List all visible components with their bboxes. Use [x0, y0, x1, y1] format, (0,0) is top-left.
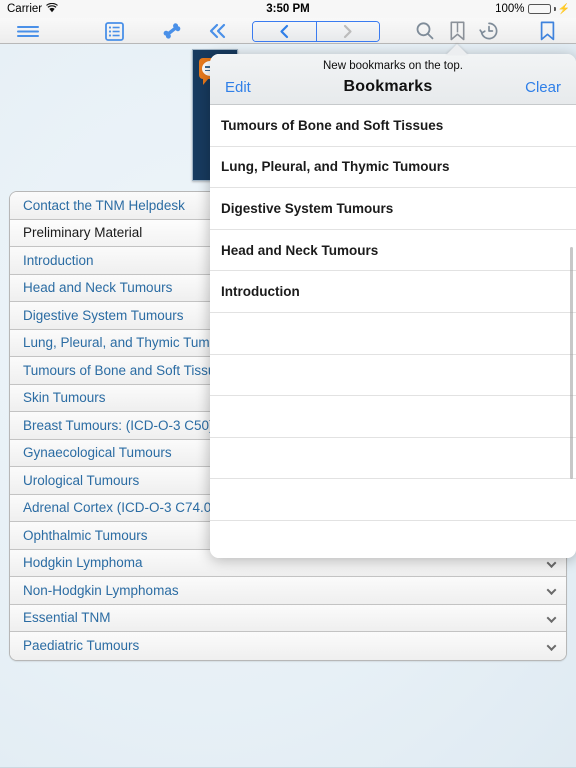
popover-note: New bookmarks on the top. [323, 60, 463, 72]
table-of-contents-row[interactable]: Paediatric Tumours [10, 632, 566, 660]
table-of-contents-icon[interactable] [98, 18, 130, 44]
bookmark-row[interactable]: Tumours of Bone and Soft Tissues [210, 105, 576, 147]
bookmark-row-empty [210, 521, 576, 558]
table-of-contents-label: Hodgkin Lymphoma [23, 555, 143, 571]
table-of-contents-label: Tumours of Bone and Soft Tissues [23, 362, 230, 378]
table-of-contents-label: Gynaecological Tumours [23, 445, 172, 461]
table-of-contents-label: Introduction [23, 252, 94, 268]
history-clock-icon[interactable] [474, 18, 504, 44]
back-button[interactable] [253, 22, 317, 41]
search-icon[interactable] [409, 18, 441, 44]
battery-cap [553, 7, 556, 11]
bookmark-row[interactable]: Digestive System Tumours [210, 188, 576, 230]
table-of-contents-label: Preliminary Material [23, 225, 143, 241]
bookmark-row-empty [210, 438, 576, 480]
bookmarks-list: Tumours of Bone and Soft Tissues Lung, Pl… [210, 105, 576, 558]
chevron-right-icon [546, 612, 557, 623]
bookmark-row-empty [210, 313, 576, 355]
main-toolbar [0, 18, 576, 44]
bookmark-row-empty [210, 479, 576, 521]
table-of-contents-label: Head and Neck Tumours [23, 280, 173, 296]
bookmark-icon[interactable] [532, 18, 562, 44]
table-of-contents-label: Essential TNM [23, 610, 111, 626]
chevron-right-icon [546, 640, 557, 651]
bookmark-row-empty [210, 355, 576, 397]
bookmark-row-empty [210, 396, 576, 438]
status-bar: Carrier 3:50 PM 100% ⚡ [0, 0, 576, 18]
table-of-contents-row[interactable]: Essential TNM [10, 604, 566, 632]
table-of-contents-label: Adrenal Cortex (ICD-O-3 C74.0) [23, 500, 216, 516]
bookmarks-scrollbar[interactable] [570, 247, 573, 479]
popover-header: New bookmarks on the top. Edit Bookmarks… [210, 54, 576, 105]
table-of-contents-label: Breast Tumours: (ICD-O-3 C50) [23, 417, 214, 433]
forward-button[interactable] [316, 22, 379, 41]
table-of-contents-label: Paediatric Tumours [23, 638, 140, 654]
double-chevron-left-icon[interactable] [203, 18, 233, 44]
clear-button[interactable]: Clear [525, 79, 561, 96]
bookmark-row[interactable]: Introduction [210, 271, 576, 313]
table-of-contents-label: Lung, Pleural, and Thymic Tumours [23, 335, 236, 351]
bookmark-row[interactable]: Lung, Pleural, and Thymic Tumours [210, 147, 576, 189]
bookmark-row[interactable]: Head and Neck Tumours [210, 230, 576, 272]
status-bar-right: 100% ⚡ [495, 3, 570, 15]
popover-toolbar: Edit Bookmarks Clear [210, 78, 576, 104]
bone-icon[interactable] [157, 18, 187, 44]
table-of-contents-label: Contact the TNM Helpdesk [23, 197, 185, 213]
table-of-contents-label: Non-Hodgkin Lymphomas [23, 582, 179, 598]
battery-percent-label: 100% [495, 3, 525, 15]
table-of-contents-row[interactable]: Non-Hodgkin Lymphomas [10, 577, 566, 605]
app-root: Carrier 3:50 PM 100% ⚡ Contact the TNM H… [0, 0, 576, 768]
popover-title: Bookmarks [343, 78, 433, 95]
chevron-right-icon [546, 557, 557, 568]
popover-arrow [446, 44, 468, 55]
table-of-contents-label: Urological Tumours [23, 472, 140, 488]
table-of-contents-label: Ophthalmic Tumours [23, 527, 148, 543]
bookmark-list-icon[interactable] [442, 18, 472, 44]
table-of-contents-label: Skin Tumours [23, 390, 106, 406]
hamburger-menu-icon[interactable] [10, 18, 46, 44]
status-bar-time: 3:50 PM [266, 3, 310, 15]
lightning-bolt-icon: ⚡ [557, 3, 570, 15]
edit-button[interactable]: Edit [225, 79, 251, 96]
bookmarks-popover: New bookmarks on the top. Edit Bookmarks… [210, 54, 576, 558]
navigation-segmented-control[interactable] [252, 21, 380, 42]
table-of-contents-label: Digestive System Tumours [23, 307, 184, 323]
chevron-right-icon [546, 585, 557, 596]
battery-full-icon [527, 4, 551, 14]
